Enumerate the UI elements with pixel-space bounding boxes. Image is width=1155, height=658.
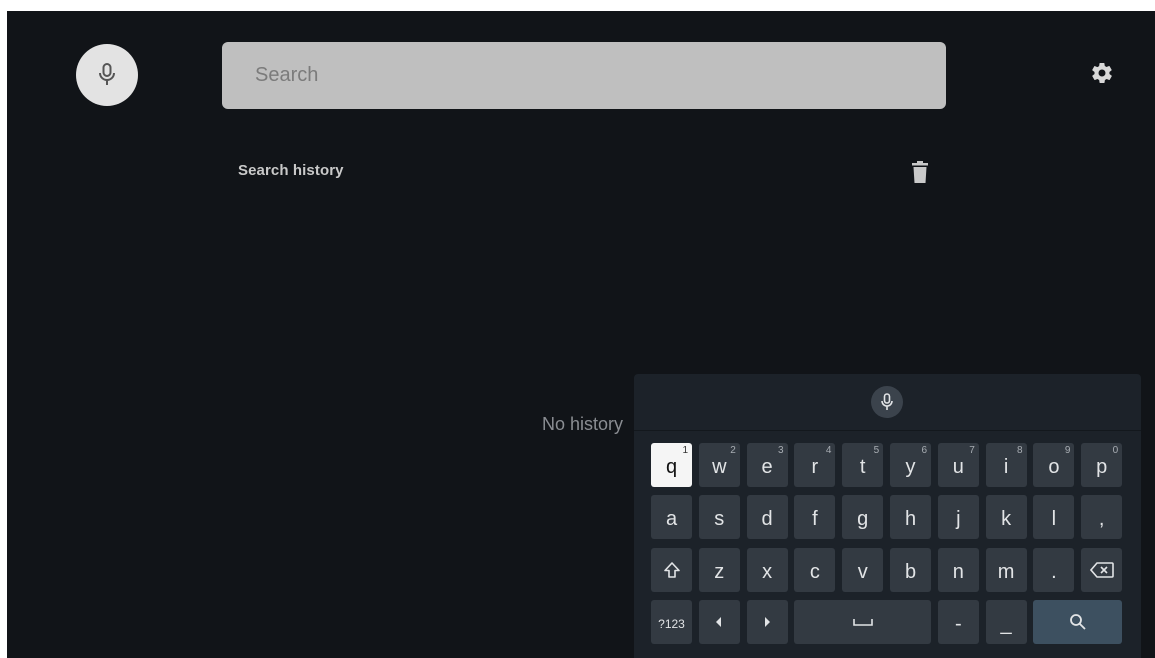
backspace-icon: [1089, 562, 1114, 578]
key-label: ?123: [658, 617, 685, 631]
key-r[interactable]: r4: [794, 443, 836, 487]
key-shift[interactable]: [651, 548, 692, 592]
key-arrow-left[interactable]: [698, 600, 740, 644]
key-u[interactable]: u7: [937, 443, 979, 487]
space-icon: [852, 617, 874, 627]
key-x[interactable]: x: [746, 548, 788, 592]
key-n[interactable]: n: [937, 548, 979, 592]
key-123[interactable]: ?123: [651, 600, 692, 644]
key-number-hint: 6: [921, 445, 927, 456]
key-o[interactable]: o9: [1033, 443, 1075, 487]
key-label: r: [811, 455, 819, 478]
key-label: .: [1051, 560, 1057, 583]
key-label: y: [905, 455, 916, 478]
key-label: n: [952, 560, 964, 583]
key-label: f: [812, 507, 818, 530]
key-label: k: [1001, 507, 1012, 530]
key-m[interactable]: m: [985, 548, 1027, 592]
key-comma[interactable]: ,: [1081, 495, 1123, 539]
microphone-icon: [881, 393, 893, 410]
arrow-right-icon: [762, 616, 772, 628]
key-label: z: [714, 560, 725, 583]
key-label: u: [952, 455, 964, 478]
key-label: j: [956, 507, 961, 530]
key-e[interactable]: e3: [746, 443, 788, 487]
arrow-left-icon: [714, 616, 724, 628]
key-label: l: [1051, 507, 1057, 530]
key-number-hint: 2: [730, 445, 736, 456]
key-number-hint: 8: [1017, 445, 1023, 456]
key-d[interactable]: d: [746, 495, 788, 539]
key-label: d: [761, 507, 773, 530]
microphone-icon: [99, 63, 115, 85]
key-label: b: [904, 560, 917, 583]
key-underscore[interactable]: _: [985, 600, 1027, 644]
key-arrow-right[interactable]: [746, 600, 788, 644]
key-z[interactable]: z: [698, 548, 740, 592]
key-w[interactable]: w2: [698, 443, 740, 487]
key-c[interactable]: c: [794, 548, 836, 592]
key-k[interactable]: k: [985, 495, 1027, 539]
key-number-hint: 3: [778, 445, 784, 456]
key-h[interactable]: h: [890, 495, 931, 539]
key-label: q: [665, 455, 678, 478]
key-label: i: [1003, 455, 1009, 478]
key-s[interactable]: s: [698, 495, 740, 539]
key-t[interactable]: t5: [842, 443, 884, 487]
search-icon: [1069, 613, 1087, 631]
key-label: s: [714, 507, 725, 530]
clear-history-button[interactable]: [909, 159, 931, 185]
key-label: w: [712, 455, 727, 478]
empty-history-message: No history: [542, 414, 624, 434]
key-number-hint: 0: [1112, 445, 1119, 456]
key-f[interactable]: f: [794, 495, 836, 539]
key-label: x: [762, 560, 773, 583]
trash-icon: [912, 161, 928, 183]
settings-button[interactable]: [1089, 60, 1115, 86]
key-space[interactable]: [794, 600, 931, 644]
key-label: v: [857, 560, 868, 583]
key-label: h: [904, 507, 917, 530]
key-dash[interactable]: -: [937, 600, 979, 644]
key-period[interactable]: .: [1033, 548, 1075, 592]
key-number-hint: 5: [873, 445, 880, 456]
key-label: p: [1096, 455, 1108, 478]
key-l[interactable]: l: [1033, 495, 1075, 539]
key-label: g: [857, 507, 869, 530]
keyboard-top-bar: [634, 374, 1141, 431]
onscreen-keyboard: q 1 w 2 e 3 r 4 t 5 y 6 u 7 i 8 o 9 p 0 a s d f g h j k l, z x c v b n m. ?1…: [634, 374, 1141, 658]
search-bar[interactable]: [222, 42, 946, 109]
search-history-heading: Search history: [238, 162, 344, 179]
search-input[interactable]: [253, 63, 946, 88]
search-screen: Search history No history q1w2e3r4t5y6u7…: [7, 11, 1155, 658]
key-label: t: [859, 455, 866, 478]
key-label: _: [1000, 612, 1012, 635]
key-b[interactable]: b: [890, 548, 931, 592]
key-a[interactable]: a: [651, 495, 692, 539]
key-label: ,: [1098, 507, 1105, 530]
key-q[interactable]: q1: [651, 443, 692, 487]
key-backspace[interactable]: [1081, 548, 1123, 592]
voice-search-button[interactable]: [76, 44, 138, 106]
key-label: o: [1048, 455, 1060, 478]
key-number-hint: 4: [825, 445, 832, 456]
key-y[interactable]: y6: [890, 443, 931, 487]
key-search[interactable]: [1033, 600, 1123, 644]
keyboard-voice-button[interactable]: [871, 386, 903, 418]
key-p[interactable]: p0: [1081, 443, 1123, 487]
key-i[interactable]: i8: [985, 443, 1027, 487]
key-label: a: [665, 507, 678, 530]
key-label: m: [997, 560, 1015, 583]
key-j[interactable]: j: [937, 495, 979, 539]
gear-icon: [1092, 62, 1112, 84]
key-number-hint: 1: [682, 445, 688, 456]
key-v[interactable]: v: [842, 548, 884, 592]
key-g[interactable]: g: [842, 495, 884, 539]
key-number-hint: 9: [1064, 445, 1071, 456]
key-number-hint: 7: [969, 445, 975, 456]
shift-icon: [663, 561, 681, 579]
key-label: c: [809, 560, 820, 583]
key-label: -: [954, 612, 962, 635]
key-label: e: [761, 455, 773, 478]
